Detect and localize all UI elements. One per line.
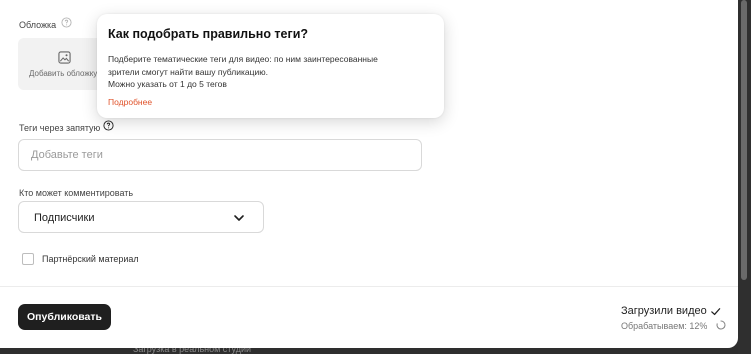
add-cover-label: Добавить обложку (29, 69, 98, 78)
publish-button[interactable]: Опубликовать (18, 304, 111, 330)
scrollbar[interactable] (741, 0, 747, 280)
tooltip-body: Подберите тематические теги для видео: п… (108, 53, 428, 91)
tags-help-tooltip: Как подобрать правильно теги? Подберите … (97, 14, 444, 118)
tooltip-body-line: Подберите тематические теги для видео: п… (108, 54, 378, 64)
tooltip-body-line: Можно указать от 1 до 5 тегов (108, 79, 227, 89)
comments-select-value: Подписчики (34, 212, 95, 224)
cover-label: Обложка (19, 20, 57, 30)
tags-input[interactable] (18, 139, 422, 171)
question-icon[interactable] (103, 120, 114, 131)
footer-divider (0, 286, 738, 287)
spinner-icon (716, 320, 726, 330)
chevron-down-icon (234, 215, 244, 221)
tooltip-body-line: зрители смогут найти вашу публикацию. (108, 66, 268, 77)
tags-label: Теги через запятую (19, 123, 101, 133)
add-cover-button[interactable]: Добавить обложку (18, 38, 108, 90)
processing-status: Обрабатываем: 12% (621, 321, 708, 331)
check-icon (711, 308, 721, 316)
tooltip-more-link[interactable]: Подробнее (108, 97, 152, 107)
partner-checkbox-label: Партнёрский материал (42, 254, 139, 264)
partner-checkbox[interactable] (22, 253, 34, 265)
question-icon[interactable] (61, 17, 72, 28)
comments-select[interactable]: Подписчики (18, 201, 264, 233)
image-icon (58, 51, 71, 64)
upload-status-title: Загрузили видео (621, 305, 707, 317)
tooltip-title: Как подобрать правильно теги? (108, 27, 309, 41)
upload-modal: Обложка Добавить обложку Теги через запя… (0, 0, 738, 348)
comments-label: Кто может комментировать (19, 188, 134, 198)
